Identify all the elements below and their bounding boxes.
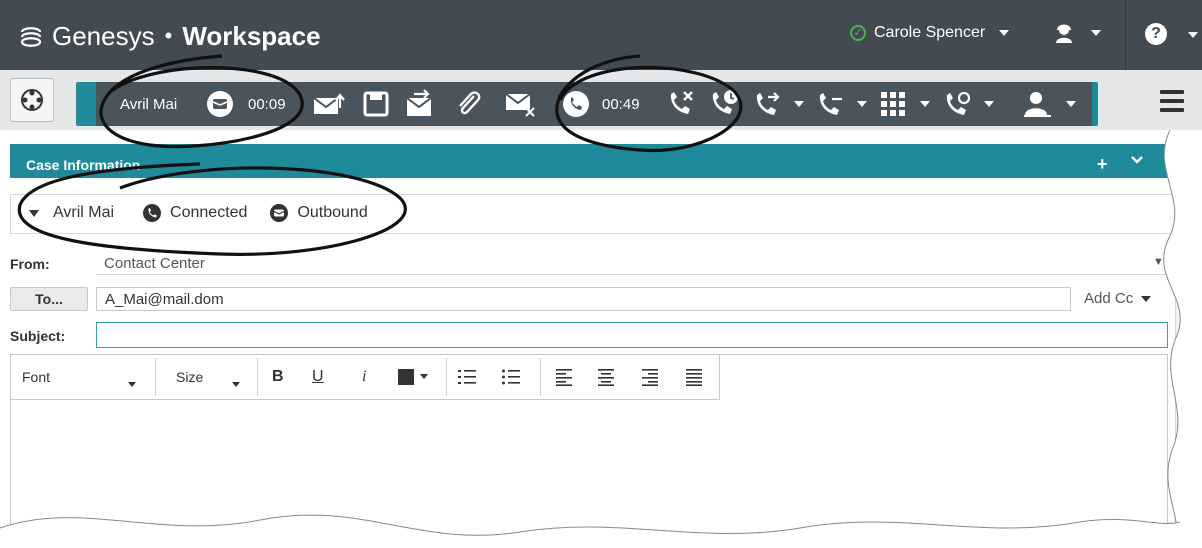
chevron-down-icon (984, 101, 994, 107)
send-email-icon[interactable] (312, 92, 348, 118)
email-status-icon (270, 204, 289, 222)
agent-headset-icon (1056, 24, 1072, 43)
contact-person-icon (1024, 92, 1051, 117)
call-state: Connected (170, 204, 248, 221)
subject-label: Subject: (10, 328, 66, 344)
chevron-down-icon (1066, 101, 1076, 107)
chevron-down-icon (128, 375, 136, 391)
align-left-icon[interactable] (556, 368, 572, 386)
consult-call-menu[interactable] (942, 82, 994, 126)
brand: Genesys • Workspace (18, 16, 321, 56)
product-name: Workspace (182, 20, 321, 51)
party-action-menu[interactable] (1022, 82, 1076, 126)
align-center-icon[interactable] (598, 368, 614, 386)
main-menu-icon[interactable] (1160, 86, 1184, 116)
from-label: From: (10, 256, 50, 272)
dtmf-keypad-menu[interactable] (880, 82, 930, 126)
agent-channels-menu[interactable] (1053, 22, 1101, 44)
help-chevron-down-icon[interactable] (1188, 32, 1198, 38)
size-select[interactable]: Size (176, 354, 248, 400)
add-case-info-icon[interactable]: + (1097, 154, 1108, 175)
network-icon (21, 89, 43, 111)
to-button[interactable]: To... (10, 287, 88, 311)
app-header: Genesys • Workspace ✓ Carole Spencer ? (0, 0, 1202, 70)
instant-conference-menu[interactable] (815, 82, 867, 126)
team-communicator-button[interactable] (10, 78, 54, 122)
case-information-header[interactable]: Case Information + (10, 144, 1175, 178)
brand-separator: • (164, 23, 173, 48)
toolbar-separator (155, 358, 156, 396)
expand-caret-icon[interactable] (29, 209, 39, 217)
subject-field[interactable] (96, 322, 1168, 348)
chevron-down-icon (420, 374, 428, 379)
toolbar-separator (257, 358, 258, 396)
email-interaction-icon[interactable] (206, 90, 234, 118)
bulleted-list-icon[interactable] (502, 368, 520, 386)
mark-done-email-icon[interactable] (504, 90, 538, 118)
workspace-app: Genesys • Workspace ✓ Carole Spencer ? A… (0, 0, 1202, 548)
party-status-row: Avril Mai Connected Outbound (10, 194, 1177, 234)
chevron-down-icon (232, 375, 240, 391)
chevron-down-icon (1091, 30, 1101, 36)
conference-call-icon (819, 93, 842, 115)
brand-name: Genesys (52, 20, 155, 51)
font-select[interactable]: Font (22, 354, 142, 400)
numbered-list-icon[interactable] (458, 368, 476, 386)
from-value: Contact Center (104, 255, 205, 272)
font-select-label: Font (22, 369, 51, 385)
chevron-down-icon (1141, 295, 1152, 302)
vertical-scrollbar[interactable] (1175, 180, 1202, 548)
end-call-icon[interactable] (666, 88, 696, 118)
email-timer: 00:09 (248, 95, 286, 113)
size-select-label: Size (176, 369, 204, 385)
chevron-down-icon (920, 101, 930, 107)
save-icon[interactable] (362, 90, 390, 118)
hold-call-icon[interactable] (708, 88, 740, 118)
to-field[interactable] (96, 287, 1071, 311)
add-cc-label: Add Cc (1084, 290, 1134, 307)
agent-status-menu[interactable]: ✓ Carole Spencer (850, 24, 1010, 42)
add-cc-menu[interactable]: Add Cc (1084, 290, 1152, 307)
chevron-down-icon (857, 101, 867, 107)
align-right-icon[interactable] (642, 368, 658, 386)
toolbar-separator (540, 358, 541, 396)
phone-status-icon (143, 204, 162, 222)
chevron-down-icon (999, 30, 1010, 36)
ready-status-icon: ✓ (850, 25, 866, 41)
bold-button[interactable]: B (272, 354, 284, 400)
align-justify-icon[interactable] (686, 368, 702, 386)
chevron-down-icon (794, 101, 804, 107)
italic-button[interactable]: i (362, 354, 366, 400)
instant-transfer-menu[interactable] (752, 82, 804, 126)
call-timer: 00:49 (602, 95, 640, 113)
transfer-email-icon[interactable] (404, 88, 436, 120)
transfer-call-icon (756, 92, 780, 115)
header-divider (1125, 0, 1126, 70)
keypad-icon (881, 92, 905, 116)
chevron-down-icon: ▼ (1153, 256, 1164, 268)
voice-interaction-icon[interactable] (562, 90, 590, 118)
case-information-title: Case Information (26, 157, 141, 173)
genesys-logo-icon (20, 27, 42, 47)
toolbar-separator (446, 358, 447, 396)
interaction-direction: Outbound (297, 204, 368, 221)
consult-call-icon (946, 91, 971, 115)
from-select[interactable]: Contact Center ▼ (96, 252, 1168, 275)
attachment-icon[interactable] (454, 88, 482, 120)
help-icon[interactable]: ? (1145, 23, 1167, 45)
underline-button[interactable]: U (312, 354, 324, 400)
interaction-contact-name[interactable]: Avril Mai (120, 82, 177, 126)
party-name: Avril Mai (53, 204, 115, 221)
text-color-swatch-icon (398, 369, 414, 385)
chevron-down-icon[interactable] (1130, 153, 1144, 170)
agent-name: Carole Spencer (874, 24, 986, 41)
text-color-menu[interactable] (398, 354, 428, 400)
